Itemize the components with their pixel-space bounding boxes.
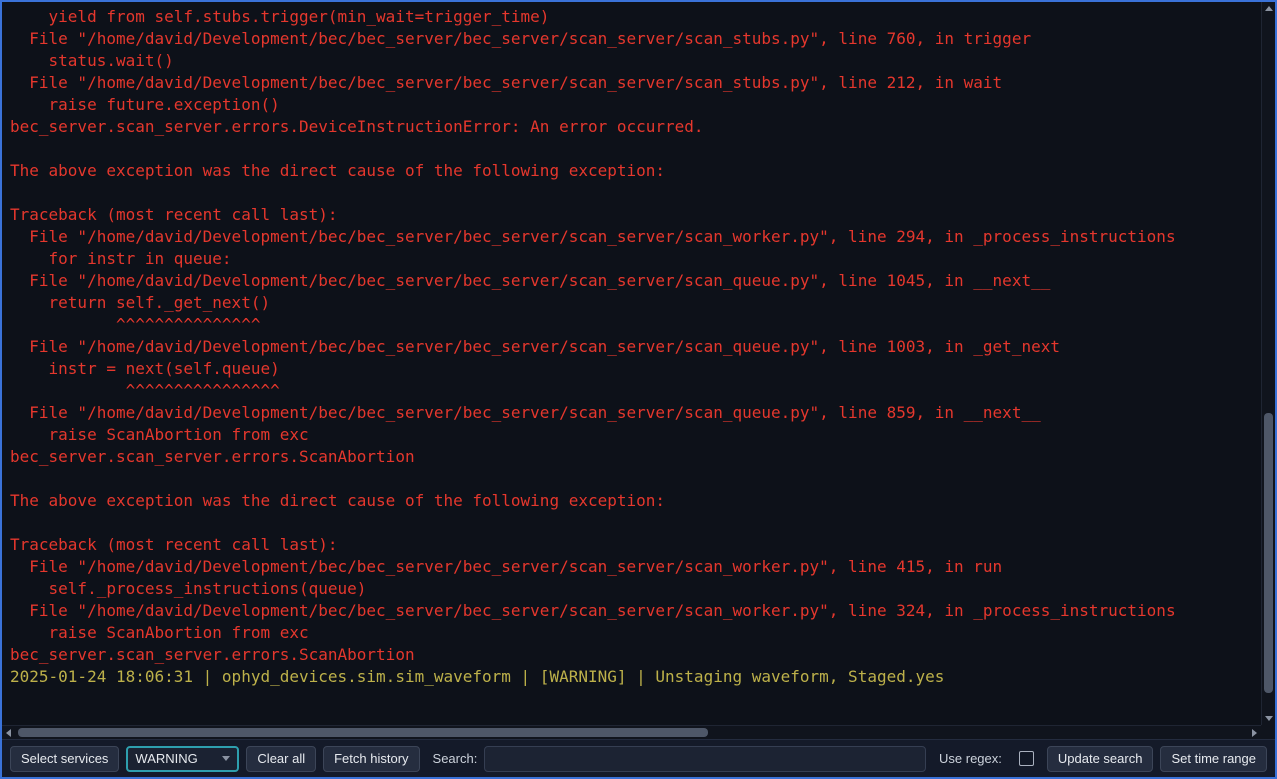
- log-line: self._process_instructions(queue): [10, 578, 1261, 600]
- horizontal-scrollbar-thumb[interactable]: [18, 728, 708, 737]
- search-input[interactable]: [484, 746, 926, 772]
- log-line: for instr in queue:: [10, 248, 1261, 270]
- log-line: status.wait(): [10, 50, 1261, 72]
- log-toolbar: Select services WARNING Clear all Fetch …: [2, 739, 1275, 777]
- log-line: yield from self.stubs.trigger(min_wait=t…: [10, 6, 1261, 28]
- scroll-right-icon[interactable]: [1248, 726, 1261, 739]
- log-line: raise ScanAbortion from exc: [10, 424, 1261, 446]
- log-line: File "/home/david/Development/bec/bec_se…: [10, 402, 1261, 424]
- log-line: instr = next(self.queue): [10, 358, 1261, 380]
- log-line: File "/home/david/Development/bec/bec_se…: [10, 556, 1261, 578]
- scrollbar-corner: [1261, 725, 1275, 739]
- use-regex-label: Use regex:: [939, 751, 1002, 766]
- log-line: ^^^^^^^^^^^^^^^: [10, 314, 1261, 336]
- log-output[interactable]: yield from self.stubs.trigger(min_wait=t…: [2, 2, 1261, 725]
- log-content-area: yield from self.stubs.trigger(min_wait=t…: [2, 2, 1275, 739]
- log-line: raise ScanAbortion from exc: [10, 622, 1261, 644]
- update-search-button[interactable]: Update search: [1047, 746, 1154, 772]
- log-line: File "/home/david/Development/bec/bec_se…: [10, 72, 1261, 94]
- select-services-button[interactable]: Select services: [10, 746, 119, 772]
- chevron-down-icon: [222, 756, 230, 761]
- log-line: bec_server.scan_server.errors.DeviceInst…: [10, 116, 1261, 138]
- scroll-down-icon[interactable]: [1262, 712, 1275, 725]
- horizontal-scrollbar[interactable]: [2, 725, 1261, 739]
- log-line: bec_server.scan_server.errors.ScanAborti…: [10, 446, 1261, 468]
- log-line: return self._get_next(): [10, 292, 1261, 314]
- log-panel-window: yield from self.stubs.trigger(min_wait=t…: [0, 0, 1277, 779]
- log-level-value: WARNING: [135, 751, 197, 766]
- log-line: File "/home/david/Development/bec/bec_se…: [10, 336, 1261, 358]
- clear-all-button[interactable]: Clear all: [246, 746, 316, 772]
- log-level-select[interactable]: WARNING: [126, 746, 239, 772]
- log-line: File "/home/david/Development/bec/bec_se…: [10, 28, 1261, 50]
- vertical-scrollbar-thumb[interactable]: [1264, 413, 1273, 693]
- log-line: bec_server.scan_server.errors.ScanAborti…: [10, 644, 1261, 666]
- log-line: Traceback (most recent call last):: [10, 204, 1261, 226]
- log-line: File "/home/david/Development/bec/bec_se…: [10, 270, 1261, 292]
- log-line: File "/home/david/Development/bec/bec_se…: [10, 600, 1261, 622]
- log-line: ^^^^^^^^^^^^^^^^: [10, 380, 1261, 402]
- log-line: [10, 512, 1261, 534]
- log-line: raise future.exception(): [10, 94, 1261, 116]
- log-line: Traceback (most recent call last):: [10, 534, 1261, 556]
- scroll-left-icon[interactable]: [2, 726, 15, 739]
- log-line: [10, 138, 1261, 160]
- log-line: [10, 468, 1261, 490]
- log-line: File "/home/david/Development/bec/bec_se…: [10, 226, 1261, 248]
- scroll-up-icon[interactable]: [1262, 2, 1275, 15]
- set-time-range-button[interactable]: Set time range: [1160, 746, 1267, 772]
- log-line: The above exception was the direct cause…: [10, 160, 1261, 182]
- log-line: The above exception was the direct cause…: [10, 490, 1261, 512]
- log-line: 2025-01-24 18:06:31 | ophyd_devices.sim.…: [10, 666, 1261, 688]
- use-regex-checkbox[interactable]: [1019, 751, 1034, 766]
- fetch-history-button[interactable]: Fetch history: [323, 746, 419, 772]
- vertical-scrollbar[interactable]: [1261, 2, 1275, 725]
- log-line: [10, 182, 1261, 204]
- search-label: Search:: [433, 751, 478, 766]
